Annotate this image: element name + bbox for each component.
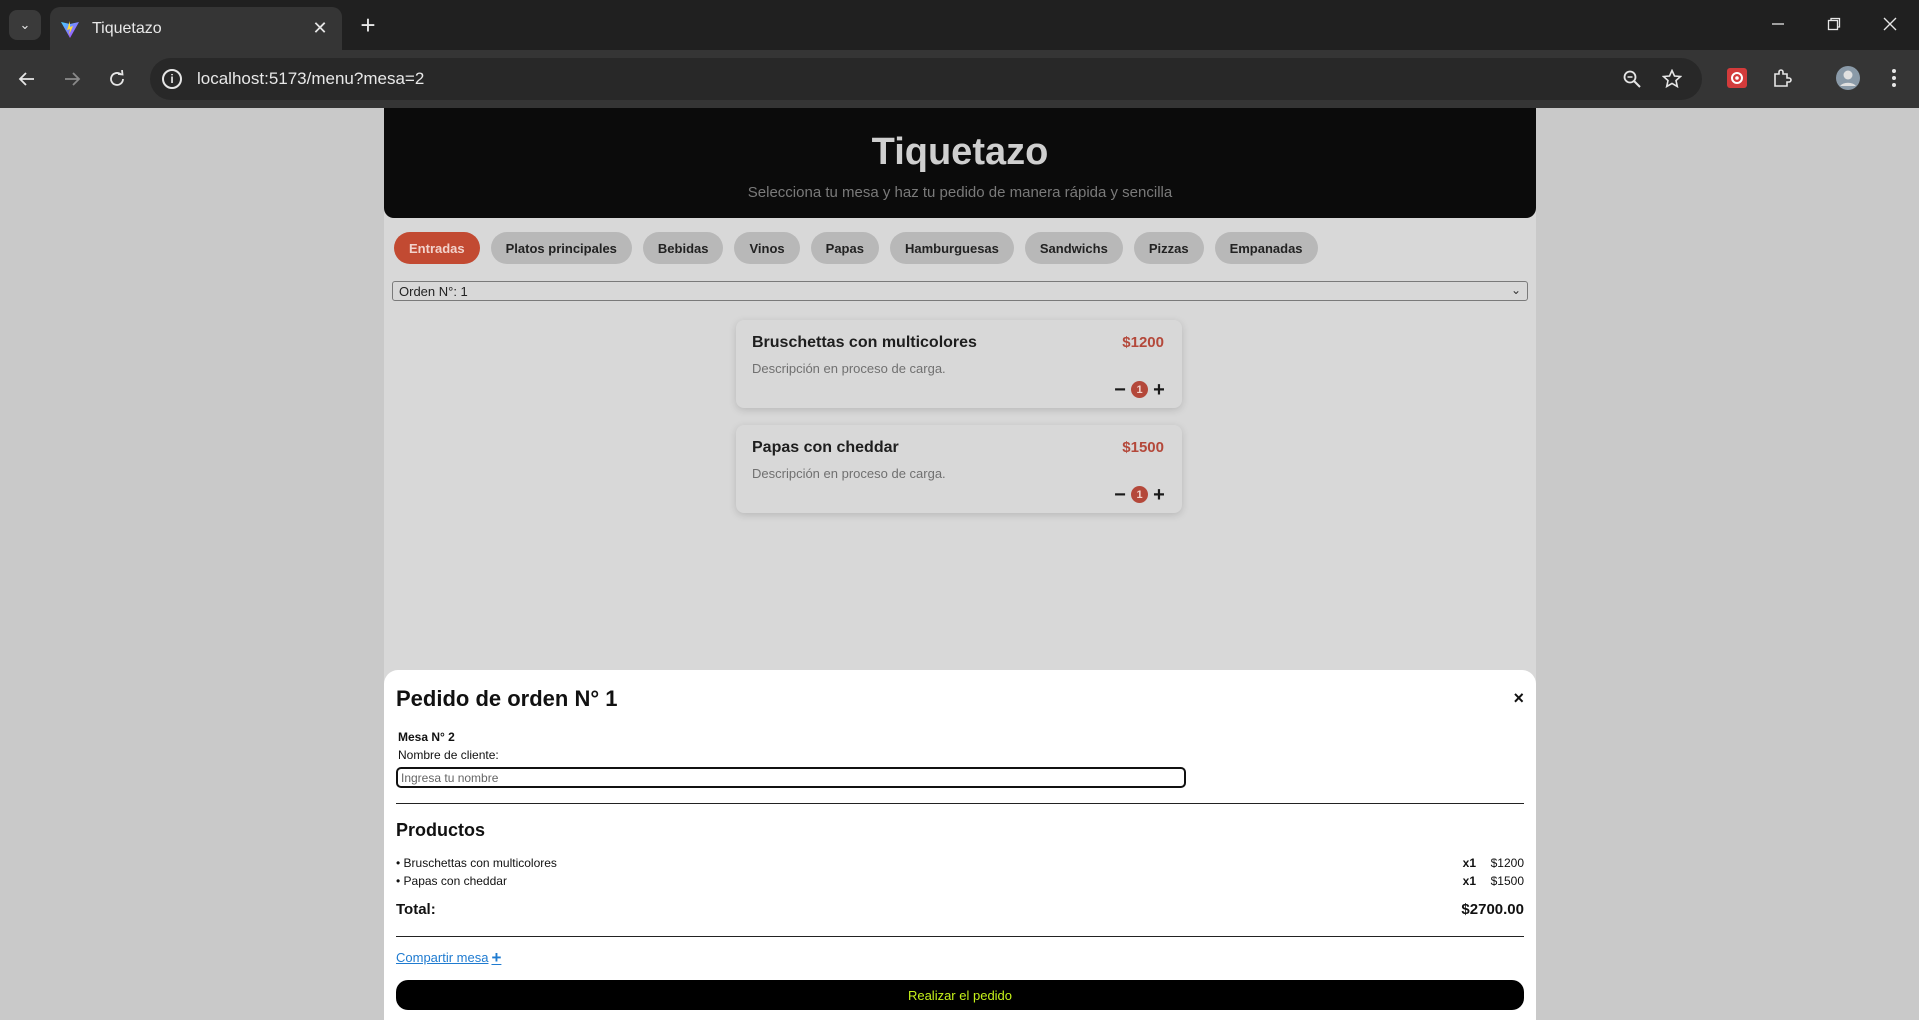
zoom-icon[interactable] xyxy=(1620,67,1644,91)
product-name: Bruschettas con multicolores xyxy=(752,334,977,351)
product-price: $1500 xyxy=(1122,439,1164,456)
product-description: Descripción en proceso de carga. xyxy=(752,466,946,481)
kebab-menu-icon[interactable] xyxy=(1879,63,1909,93)
order-panel-title: Pedido de orden N° 1 xyxy=(396,686,618,711)
browser-tab[interactable]: Tiquetazo ✕ xyxy=(50,7,342,50)
divider xyxy=(396,936,1524,937)
close-icon[interactable]: × xyxy=(1513,688,1524,709)
reload-icon[interactable] xyxy=(101,63,133,95)
url-text[interactable]: localhost:5173/menu?mesa=2 xyxy=(197,69,424,89)
window-close-icon[interactable] xyxy=(1861,0,1919,48)
category-tab[interactable]: Vinos xyxy=(734,232,800,264)
browser-toolbar: i localhost:5173/menu?mesa=2 xyxy=(0,50,1919,108)
table-number: Mesa N° 2 xyxy=(398,730,455,744)
total-label: Total: xyxy=(396,901,436,918)
hero-header: Tiquetazo Selecciona tu mesa y haz tu pe… xyxy=(384,108,1536,218)
profile-avatar-icon[interactable] xyxy=(1833,63,1863,93)
product-description: Descripción en proceso de carga. xyxy=(752,361,946,376)
share-table-label[interactable]: Compartir mesa xyxy=(396,950,488,965)
back-arrow-icon[interactable] xyxy=(11,63,43,95)
extension-icon[interactable] xyxy=(1722,63,1752,93)
category-tab[interactable]: Platos principales xyxy=(490,232,632,264)
decrement-button[interactable]: − xyxy=(1113,380,1127,400)
app-title: Tiquetazo xyxy=(871,131,1049,173)
restore-icon[interactable] xyxy=(1805,0,1863,48)
address-bar[interactable]: i localhost:5173/menu?mesa=2 xyxy=(150,58,1702,100)
puzzle-extensions-icon[interactable] xyxy=(1767,63,1797,93)
plus-icon[interactable]: + xyxy=(491,949,501,966)
product-price: $1200 xyxy=(1122,334,1164,351)
client-name-input[interactable] xyxy=(396,767,1186,788)
line-item-price: $1200 xyxy=(1490,856,1524,870)
category-tab[interactable]: Bebidas xyxy=(642,232,724,264)
quantity-badge: 1 xyxy=(1131,381,1148,398)
new-tab-plus-icon[interactable]: + xyxy=(352,10,384,40)
order-panel: Pedido de orden N° 1 × Mesa N° 2 Nombre … xyxy=(384,670,1536,1020)
forward-arrow-icon[interactable] xyxy=(56,63,88,95)
bookmark-star-icon[interactable] xyxy=(1660,67,1684,91)
category-tab[interactable]: Sandwichs xyxy=(1024,232,1123,264)
category-tab[interactable]: Pizzas xyxy=(1133,232,1204,264)
category-tab[interactable]: Empanadas xyxy=(1214,232,1318,264)
chevron-down-icon: ⌄ xyxy=(19,17,31,32)
order-select-value: Orden N°: 1 xyxy=(399,283,468,299)
minimize-icon[interactable] xyxy=(1749,0,1807,48)
site-info-icon[interactable]: i xyxy=(162,69,182,89)
chevron-down-icon: ⌄ xyxy=(1510,283,1521,297)
total-value: $2700.00 xyxy=(1461,901,1524,918)
product-card: Papas con cheddar $1500 Descripción en p… xyxy=(736,425,1182,513)
submit-order-button[interactable]: Realizar el pedido xyxy=(396,980,1524,1010)
tab-search-button[interactable]: ⌄ xyxy=(9,10,41,40)
category-tab[interactable]: Hamburguesas xyxy=(889,232,1014,264)
browser-tabbar: ⌄ Tiquetazo ✕ + xyxy=(0,0,1919,50)
order-select[interactable]: Orden N°: 1 ⌄ xyxy=(392,281,1528,301)
divider xyxy=(396,803,1524,804)
decrement-button[interactable]: − xyxy=(1113,485,1127,505)
order-line-item: • Papas con cheddar x1 $1500 xyxy=(396,874,1524,890)
increment-button[interactable]: + xyxy=(1152,485,1166,505)
client-name-label: Nombre de cliente: xyxy=(398,748,499,762)
line-item-name: • Papas con cheddar xyxy=(396,874,507,888)
line-item-qty: x1 xyxy=(1462,856,1476,870)
share-table-link[interactable]: Compartir mesa + xyxy=(396,949,501,966)
line-item-name: • Bruschettas con multicolores xyxy=(396,856,557,870)
vite-favicon-icon xyxy=(61,20,79,38)
product-name: Papas con cheddar xyxy=(752,439,899,456)
category-tab[interactable]: Papas xyxy=(810,232,879,264)
increment-button[interactable]: + xyxy=(1152,380,1166,400)
category-tabs: Entradas Platos principales Bebidas Vino… xyxy=(394,232,1318,264)
quantity-stepper: − 1 + xyxy=(1113,485,1166,505)
product-card: Bruschettas con multicolores $1200 Descr… xyxy=(736,320,1182,408)
line-item-qty: x1 xyxy=(1462,874,1476,888)
line-item-price: $1500 xyxy=(1490,874,1524,888)
category-tab[interactable]: Entradas xyxy=(394,232,480,264)
order-line-item: • Bruschettas con multicolores x1 $1200 xyxy=(396,856,1524,872)
products-heading: Productos xyxy=(396,820,486,840)
quantity-stepper: − 1 + xyxy=(1113,380,1166,400)
quantity-badge: 1 xyxy=(1131,486,1148,503)
app-subtitle: Selecciona tu mesa y haz tu pedido de ma… xyxy=(747,184,1173,201)
tab-close-icon[interactable]: ✕ xyxy=(306,15,334,43)
tab-title: Tiquetazo xyxy=(92,19,162,37)
